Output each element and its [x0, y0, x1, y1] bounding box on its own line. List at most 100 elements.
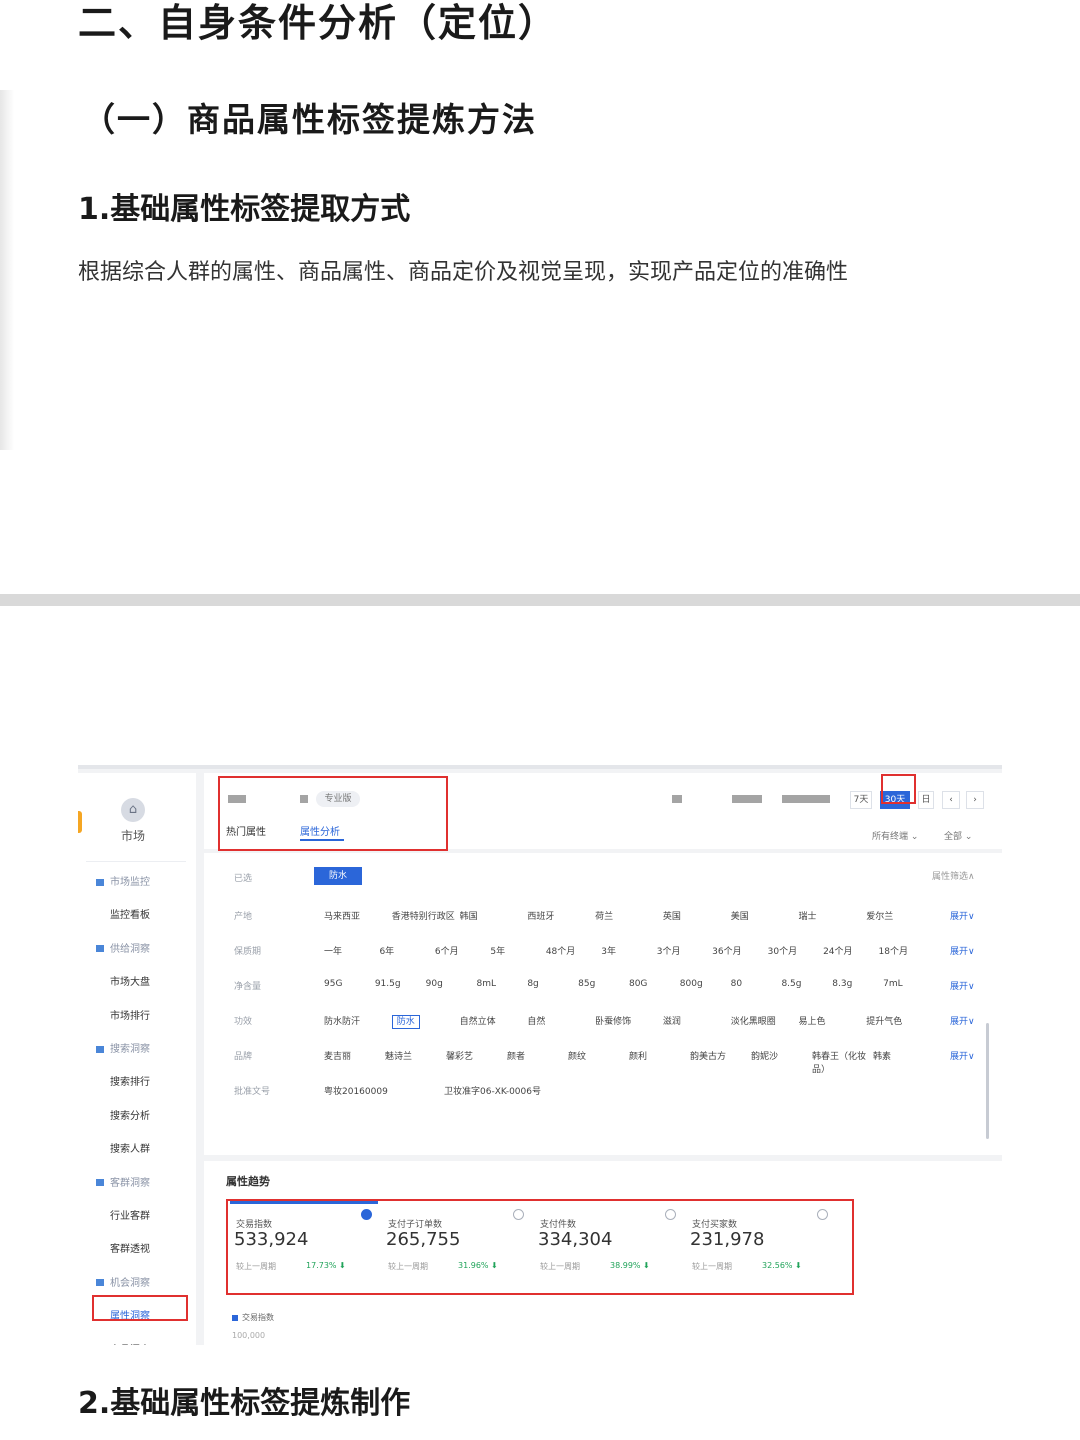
filter-value[interactable]: 6个月	[435, 944, 490, 957]
filter-value[interactable]: 防水	[391, 1014, 460, 1029]
filter-value[interactable]: 粤妆20160009	[324, 1084, 444, 1097]
sidebar-item[interactable]: 市场大盘	[78, 973, 196, 993]
filter-value[interactable]: 荷兰	[595, 909, 663, 922]
filter-value[interactable]: 易上色	[798, 1014, 866, 1027]
filter-row-label: 产地	[234, 912, 253, 922]
sidebar-item-label: 监控看板	[110, 910, 150, 922]
sidebar-item[interactable]: 搜索排行	[78, 1073, 196, 1093]
scope-select[interactable]: 全部 ⌄	[944, 829, 972, 842]
filter-value[interactable]: 爱尔兰	[866, 909, 934, 922]
embedded-screenshot: ⌂ 市场 市场监控 监控看板 供给洞察 市场大盘 市场排行 搜索洞察 搜索排行 搜索分析 搜索人…	[78, 765, 1002, 1345]
filter-row: 品牌 麦吉丽 魅诗兰 馨彩艺 颜者 颜纹 颜利 韵美古方 韵妮沙 韩春王（化妆品） 韩素 展开∨	[204, 1045, 1002, 1075]
sidebar-item-label: 客群洞察	[110, 1177, 150, 1189]
filter-value[interactable]: 8g	[527, 979, 578, 989]
filter-value[interactable]: 淡化黑眼圈	[731, 1014, 799, 1027]
filter-value[interactable]: 韵美古方	[690, 1049, 751, 1075]
sidebar-item[interactable]: 市场排行	[78, 1007, 196, 1027]
filter-value[interactable]: 8mL	[476, 979, 527, 989]
expand-toggle[interactable]: 展开∨	[950, 1014, 975, 1027]
sidebar-group[interactable]: 供给洞察	[78, 940, 196, 960]
filter-value[interactable]: 一年	[324, 944, 379, 957]
filter-value[interactable]: 5年	[490, 944, 545, 957]
filter-value[interactable]: 卫妆准字06-XK-0006号	[444, 1084, 564, 1097]
terminal-select[interactable]: 所有终端 ⌄	[872, 829, 918, 842]
filter-scrollbar[interactable]	[986, 1023, 989, 1139]
sidebar-group[interactable]: 客群洞察	[78, 1174, 196, 1194]
selected-filter-value[interactable]: 防水	[391, 1015, 420, 1029]
filter-value[interactable]: 3年	[601, 944, 656, 957]
market-icon[interactable]: ⌂	[121, 798, 145, 822]
filter-value[interactable]: 90g	[426, 979, 477, 989]
expand-toggle[interactable]: 展开∨	[950, 909, 975, 922]
filter-value[interactable]: 7mL	[883, 979, 934, 989]
filter-value[interactable]: 8.5g	[781, 979, 832, 989]
sidebar-group[interactable]: 机会洞察	[78, 1274, 196, 1294]
sidebar-item[interactable]: 行业客群	[78, 1207, 196, 1227]
filter-value[interactable]: 95G	[324, 979, 375, 989]
sidebar-item[interactable]: 产品洞察	[78, 1341, 196, 1346]
sidebar-group[interactable]: 市场监控	[78, 873, 196, 893]
filter-value[interactable]: 自然	[527, 1014, 595, 1027]
filter-row: 产地 马来西亚 香港特别行政区 韩国 西班牙 荷兰 英国 美国 瑞士 爱尔兰 展开∨	[204, 905, 1002, 925]
range-day-button[interactable]: 日	[918, 791, 934, 809]
filter-value[interactable]: 3个月	[657, 944, 712, 957]
filter-value[interactable]: 24个月	[823, 944, 878, 957]
filter-value[interactable]: 麦吉丽	[324, 1049, 385, 1075]
folder-icon	[96, 1179, 104, 1187]
filter-value[interactable]: 西班牙	[527, 909, 595, 922]
sidebar-item[interactable]: 客群透视	[78, 1240, 196, 1260]
expand-toggle[interactable]: 展开∨	[950, 1049, 975, 1062]
chosen-tag[interactable]: 防水	[314, 867, 362, 885]
folder-icon	[96, 1045, 104, 1053]
folder-icon	[96, 945, 104, 953]
filter-value[interactable]: 馨彩艺	[446, 1049, 507, 1075]
filter-fold-toggle[interactable]: 属性筛选∧	[932, 869, 975, 882]
expand-toggle[interactable]: 展开∨	[950, 979, 975, 992]
filter-value[interactable]: 30个月	[768, 944, 823, 957]
filter-value[interactable]: 韩春王（化妆品）	[812, 1049, 873, 1075]
filter-value[interactable]: 提升气色	[866, 1014, 934, 1027]
filter-values: 麦吉丽 魅诗兰 馨彩艺 颜者 颜纹 颜利 韵美古方 韵妮沙 韩春王（化妆品） 韩素	[324, 1049, 934, 1075]
filter-value[interactable]: 8.3g	[832, 979, 883, 989]
filter-value[interactable]: 自然立体	[460, 1014, 528, 1027]
sidebar-item-label: 供给洞察	[110, 943, 150, 955]
filter-value[interactable]: 80	[731, 979, 782, 989]
filter-value[interactable]: 韩国	[460, 909, 528, 922]
filter-value[interactable]: 英国	[663, 909, 731, 922]
filter-value[interactable]: 颜者	[507, 1049, 568, 1075]
filter-value[interactable]: 韩素	[873, 1049, 934, 1075]
filter-value[interactable]: 韵妮沙	[751, 1049, 812, 1075]
sidebar-item[interactable]: 监控看板	[78, 906, 196, 926]
filter-value[interactable]: 防水防汗	[324, 1014, 392, 1027]
redacted-text	[672, 795, 682, 803]
filter-value[interactable]: 香港特别行政区	[392, 909, 460, 922]
filter-value[interactable]: 85g	[578, 979, 629, 989]
sidebar-item[interactable]: 搜索分析	[78, 1107, 196, 1127]
filter-value[interactable]: 颜纹	[568, 1049, 629, 1075]
prev-period-button[interactable]: ‹	[942, 791, 960, 809]
sidebar-item-label: 市场大盘	[110, 977, 150, 989]
filter-value[interactable]: 美国	[731, 909, 799, 922]
filter-value[interactable]: 颜利	[629, 1049, 690, 1075]
subsection-heading: （一）商品属性标签提炼方法	[82, 100, 537, 139]
filter-row: 保质期 一年 6年 6个月 5年 48个月 3年 3个月 36个月 30个月 24个月 18个月 展开∨	[204, 940, 1002, 960]
filter-value[interactable]: 6年	[379, 944, 434, 957]
filter-value[interactable]: 80G	[629, 979, 680, 989]
trend-title: 属性趋势	[226, 1175, 270, 1188]
sidebar-item[interactable]: 搜索人群	[78, 1140, 196, 1160]
filter-value[interactable]: 18个月	[879, 944, 934, 957]
filter-value[interactable]: 瑞士	[798, 909, 866, 922]
filter-value[interactable]: 800g	[680, 979, 731, 989]
filter-value[interactable]: 48个月	[546, 944, 601, 957]
expand-toggle[interactable]: 展开∨	[950, 944, 975, 957]
filter-value[interactable]: 滋润	[663, 1014, 731, 1027]
filter-value[interactable]: 魅诗兰	[385, 1049, 446, 1075]
filter-value[interactable]: 36个月	[712, 944, 767, 957]
next-period-button[interactable]: ›	[966, 791, 984, 809]
filter-value[interactable]: 马来西亚	[324, 909, 392, 922]
filter-value[interactable]: 91.5g	[375, 979, 426, 989]
filter-row-label: 功效	[234, 1017, 253, 1027]
sidebar-group[interactable]: 搜索洞察	[78, 1040, 196, 1060]
filter-value[interactable]: 卧蚕修饰	[595, 1014, 663, 1027]
range-7d-button[interactable]: 7天	[850, 791, 872, 809]
